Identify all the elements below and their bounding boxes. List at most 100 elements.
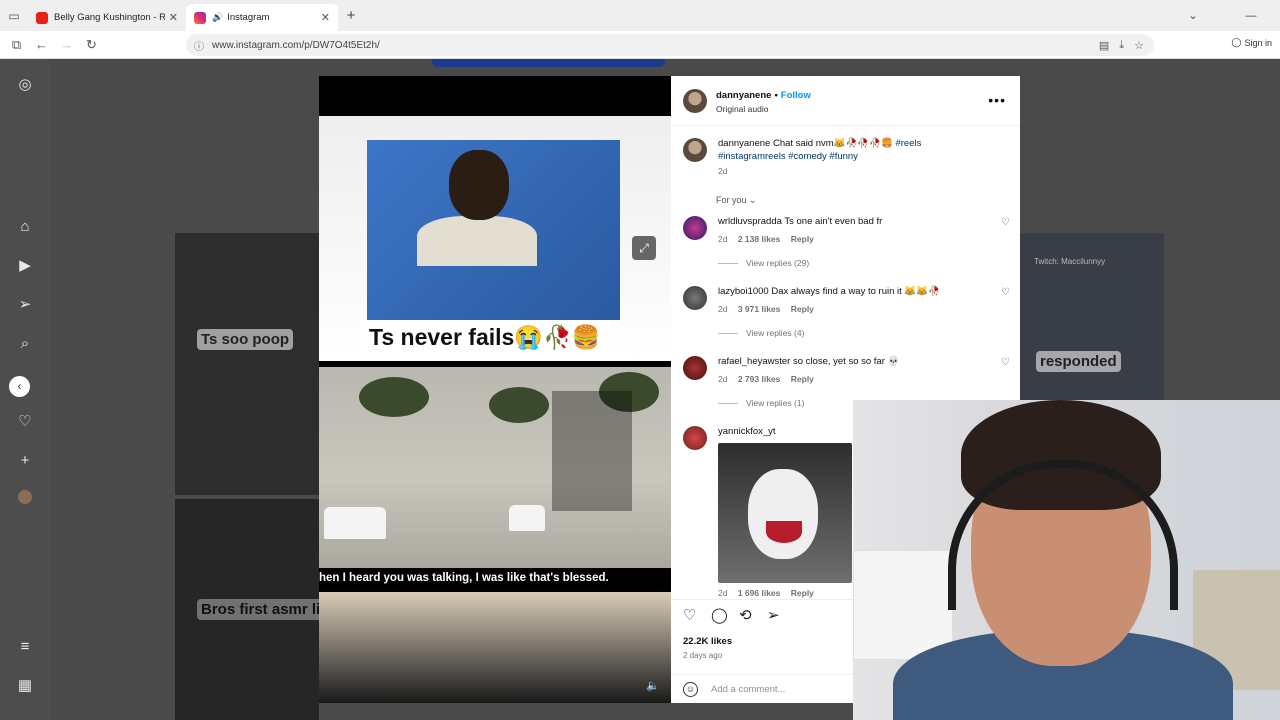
search-icon[interactable]: ⌕ [15, 334, 35, 354]
view-replies-label: View replies (1) [746, 398, 805, 408]
comment-text: so close, yet so so far 💀 [793, 356, 900, 367]
view-replies-button[interactable]: View replies (29) [718, 258, 809, 268]
menu-icon[interactable]: ≡ [15, 637, 35, 657]
video-bottom [319, 592, 671, 703]
comment-likes[interactable]: 1 696 likes [738, 588, 781, 598]
sort-label: For you [716, 195, 747, 205]
reels-icon[interactable]: ▶ [15, 256, 35, 276]
emoji-icon[interactable]: ☺ [683, 682, 698, 697]
home-icon[interactable]: ⌂ [15, 217, 35, 237]
more-apps-icon[interactable]: ▦ [15, 676, 35, 696]
comment-input[interactable]: Add a comment... [711, 684, 785, 695]
background-reel-thumb[interactable]: Bros first asmr list [175, 499, 319, 720]
url-text: www.instagram.com/p/DW7O4t5Et2h/ [212, 39, 380, 51]
person-shape [417, 216, 537, 266]
tab-title: Instagram [227, 12, 270, 23]
author-avatar[interactable] [683, 138, 707, 162]
instagram-favicon-icon [194, 11, 206, 24]
reel-video-player[interactable]: Ts never fails😭🥀🍔 hen I heard you was ta… [319, 76, 671, 703]
comment-sort-dropdown[interactable]: For you ⌄ [716, 195, 757, 206]
comment-username[interactable]: lazyboi1000 [718, 286, 769, 297]
thumb-caption: Bros first asmr list [197, 599, 319, 620]
background-banner [432, 59, 665, 67]
site-info-icon[interactable]: ⓘ [194, 38, 204, 53]
audio-label[interactable]: Original audio [716, 104, 768, 114]
comment-text: Ts one ain't even bad fr [784, 216, 883, 227]
comment-age: 2d [718, 588, 728, 598]
browser-toolbar: ⧉ ← → ↻ ⓘ www.instagram.com/p/DW7O4t5Et2… [0, 31, 1280, 59]
comment-likes[interactable]: 2 138 likes [738, 234, 781, 244]
share-icon[interactable]: ➢ [767, 606, 780, 624]
repost-icon[interactable]: ⟲ [739, 606, 752, 624]
reply-button[interactable]: Reply [791, 304, 814, 314]
like-count[interactable]: 22.2K likes [683, 636, 732, 647]
comment-icon[interactable]: ◯ [711, 606, 728, 624]
commenter-avatar[interactable] [683, 216, 707, 240]
tab-actions-icon[interactable]: ▭ [0, 0, 28, 31]
profile-icon[interactable] [18, 490, 32, 504]
caption-username[interactable]: dannyanene [718, 138, 770, 149]
like-comment-icon[interactable]: ♡ [1001, 217, 1010, 228]
comment-age: 2d [718, 304, 728, 314]
speaker-icon[interactable]: 🔊 [212, 12, 223, 23]
tab-instagram[interactable]: 🔊 Instagram ✕ [186, 4, 338, 31]
image-mouth [766, 521, 802, 543]
commenter-avatar[interactable] [683, 286, 707, 310]
post-header: dannyanene • Follow Original audio ••• [671, 76, 1020, 126]
comment-meta: 2d 1 696 likes Reply [718, 588, 814, 598]
like-comment-icon[interactable]: ♡ [1001, 287, 1010, 298]
new-tab-button[interactable]: + [338, 7, 364, 24]
back-icon[interactable]: ← [29, 37, 54, 52]
notifications-icon[interactable]: ♡ [15, 412, 35, 432]
instagram-icon[interactable]: ◎ [15, 75, 35, 95]
minimize-icon[interactable]: — [1222, 10, 1280, 22]
car [324, 507, 386, 539]
sidebar-toggle-icon[interactable]: ⧉ [4, 37, 29, 53]
favorite-star-icon[interactable]: ☆ [1134, 39, 1144, 52]
more-options-icon[interactable]: ••• [988, 92, 1006, 108]
commenter-avatar[interactable] [683, 426, 707, 450]
profile-icon: ◯ [1231, 37, 1242, 47]
address-bar[interactable]: ⓘ www.instagram.com/p/DW7O4t5Et2h/ ▤ ⤓ ☆ [186, 34, 1154, 56]
like-icon[interactable]: ♡ [683, 606, 696, 624]
reply-button[interactable]: Reply [791, 588, 814, 598]
kitchen-cabinet [853, 550, 953, 660]
person-shape [449, 150, 509, 220]
comment-username[interactable]: wrldluvspradda [718, 216, 782, 227]
download-icon[interactable]: ⤓ [1119, 39, 1124, 52]
picture-in-picture-icon[interactable]: ⤢ [632, 236, 656, 260]
comment-likes[interactable]: 2 793 likes [738, 374, 781, 384]
close-tab-icon[interactable]: ✕ [169, 11, 178, 24]
comment-likes[interactable]: 3 971 likes [738, 304, 781, 314]
comment-username[interactable]: yannickfox_yt [718, 426, 776, 437]
audio-toggle-icon[interactable]: 🔈 [646, 679, 660, 692]
background-reel-thumb[interactable]: Ts soo poop [175, 233, 319, 495]
forward-icon[interactable]: → [54, 37, 79, 52]
palm-tree [489, 387, 549, 423]
background-reel-thumb[interactable]: Twitch: Maccilunnyy responded [1020, 233, 1164, 401]
reader-view-icon[interactable]: ▤ [1099, 39, 1109, 52]
view-replies-button[interactable]: View replies (4) [718, 328, 804, 338]
comment-image[interactable] [718, 443, 852, 583]
send-icon[interactable]: ➢ [15, 295, 35, 315]
like-comment-icon[interactable]: ♡ [1001, 357, 1010, 368]
follow-button[interactable]: Follow [781, 90, 811, 101]
tab-list-chevron-icon[interactable]: ⌄ [1164, 9, 1222, 22]
previous-post-icon[interactable]: ‹ [9, 376, 30, 397]
create-icon[interactable]: + [15, 451, 35, 471]
reload-icon[interactable]: ↻ [79, 37, 104, 53]
view-replies-label: View replies (4) [746, 328, 805, 338]
author-avatar[interactable] [683, 89, 707, 113]
tab-youtube[interactable]: Belly Gang Kushington - Rent D ✕ [28, 4, 186, 31]
reply-button[interactable]: Reply [791, 374, 814, 384]
sign-in-button[interactable]: ◯ Sign in [1231, 37, 1272, 48]
tab-title: Belly Gang Kushington - Rent D [54, 12, 165, 23]
comment-username[interactable]: rafael_heyawster [718, 356, 790, 367]
chevron-down-icon: ⌄ [749, 195, 757, 205]
close-tab-icon[interactable]: ✕ [321, 11, 330, 24]
author-username[interactable]: dannyanene [716, 90, 771, 101]
view-replies-button[interactable]: View replies (1) [718, 398, 804, 408]
commenter-avatar[interactable] [683, 356, 707, 380]
stream-chat-overlay [552, 391, 632, 511]
reply-button[interactable]: Reply [791, 234, 814, 244]
